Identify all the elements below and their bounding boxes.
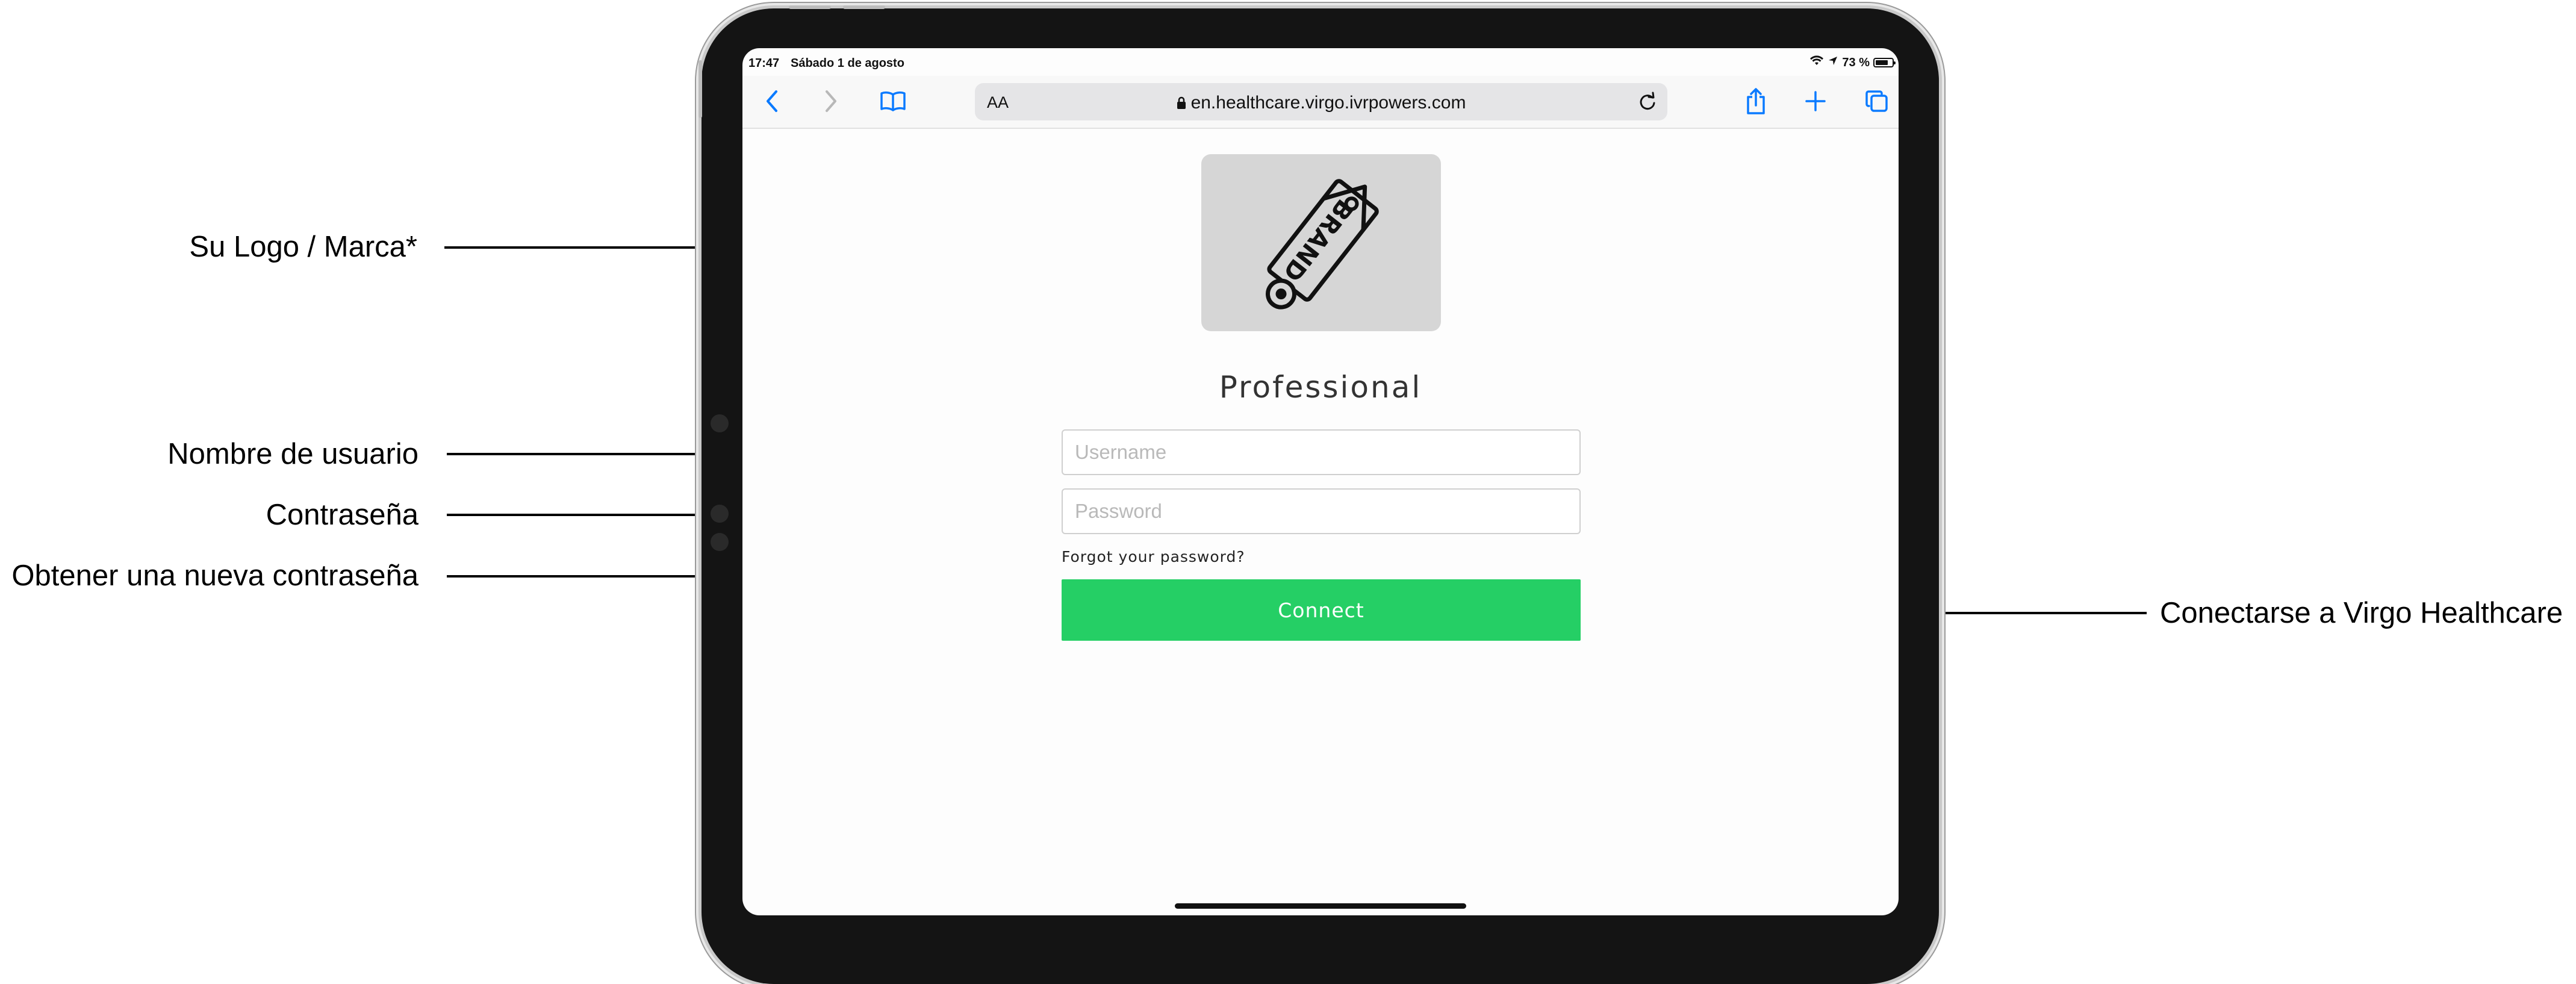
connect-button[interactable]: Connect	[1062, 579, 1581, 641]
side-button	[698, 60, 702, 118]
tabs-icon[interactable]	[1859, 83, 1895, 119]
url-text-wrap: en.healthcare.virgo.ivrpowers.com	[975, 93, 1667, 114]
forgot-password-link[interactable]: Forgot your password?	[1062, 548, 1245, 565]
location-icon	[1828, 55, 1838, 70]
ipad-screen: 17:47 Sábado 1 de agosto 73 % AA en.heal…	[742, 48, 1899, 915]
browser-toolbar: AA en.healthcare.virgo.ivrpowers.com	[742, 76, 1899, 129]
lock-icon	[1177, 94, 1186, 114]
status-date: Sábado 1 de agosto	[791, 57, 904, 70]
brand-tag-icon: BRAND	[1266, 179, 1379, 310]
address-bar[interactable]: AA en.healthcare.virgo.ivrpowers.com	[975, 83, 1667, 120]
new-tab-icon[interactable]	[1797, 83, 1834, 119]
page-title: Professional	[1219, 370, 1422, 405]
battery-percent: 73 %	[1842, 55, 1870, 69]
back-icon[interactable]	[754, 83, 791, 119]
annotation-username: Nombre de usuario	[167, 438, 418, 470]
camera-dot	[711, 505, 729, 523]
wifi-icon	[1809, 55, 1824, 70]
forward-icon[interactable]	[812, 83, 848, 119]
bookmarks-icon[interactable]	[875, 83, 911, 119]
battery-icon	[1873, 58, 1896, 67]
reload-icon[interactable]	[1637, 91, 1658, 116]
top-button	[843, 5, 885, 9]
annotation-forgot: Obtener una nueva contraseña	[11, 559, 418, 592]
password-input[interactable]	[1062, 488, 1581, 534]
url-text: en.healthcare.virgo.ivrpowers.com	[1190, 93, 1466, 113]
username-input[interactable]	[1062, 429, 1581, 475]
top-button	[789, 5, 831, 9]
camera-dot	[711, 414, 729, 432]
brand-logo: BRAND	[1201, 154, 1441, 331]
status-time: 17:47	[748, 57, 780, 70]
camera-dot	[711, 533, 729, 551]
annotation-connect: Conectarse a Virgo Healthcare	[2160, 597, 2563, 629]
share-icon[interactable]	[1738, 83, 1774, 119]
status-right: 73 %	[1809, 55, 1896, 70]
status-bar: 17:47 Sábado 1 de agosto 73 %	[742, 48, 1899, 76]
home-indicator[interactable]	[1175, 903, 1466, 909]
annotation-password: Contraseña	[266, 499, 418, 531]
annotation-logo: Su Logo / Marca*	[189, 231, 417, 263]
